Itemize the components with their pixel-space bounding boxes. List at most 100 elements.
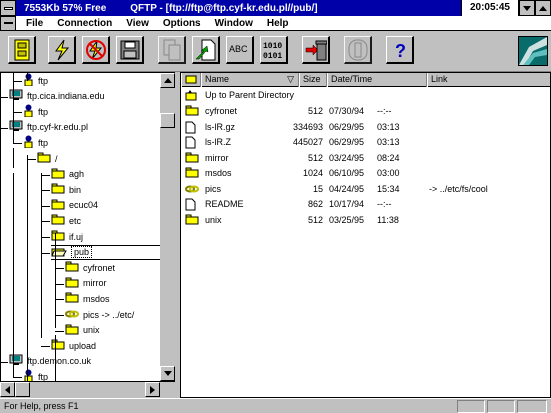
maximize-button[interactable] bbox=[535, 0, 551, 16]
tree-scroll-down-button[interactable] bbox=[160, 366, 175, 381]
chain-link-icon bbox=[185, 183, 199, 197]
open-folder-icon bbox=[51, 246, 67, 259]
tree-item[interactable]: msdos bbox=[65, 291, 110, 306]
save-button[interactable] bbox=[116, 36, 144, 64]
clock: 20:05:45 bbox=[460, 0, 519, 16]
parent-directory-row[interactable]: Up to Parent Directory bbox=[181, 88, 550, 103]
file-list[interactable]: Name ▽ Size Date/Time Link Up to Parent … bbox=[180, 72, 551, 398]
tree-item[interactable]: etc bbox=[51, 213, 81, 228]
file-row[interactable]: msdos 1024 06/10/95 03:00 bbox=[181, 166, 550, 181]
tree-item[interactable]: pics -> ../etc/ bbox=[65, 307, 134, 322]
tree-item[interactable]: ftp.cica.indiana.edu bbox=[9, 89, 105, 104]
tree-item[interactable]: mirror bbox=[65, 276, 107, 291]
minimize-button[interactable] bbox=[519, 0, 535, 16]
tree-item-label: ftp bbox=[38, 75, 49, 86]
file-row[interactable]: ls-lR.Z 445027 06/29/95 03:13 bbox=[181, 135, 550, 150]
document-system-menu-button[interactable] bbox=[0, 15, 16, 31]
system-menu-button[interactable] bbox=[0, 0, 16, 16]
scroll-right-icon bbox=[150, 385, 155, 394]
folder-icon bbox=[65, 277, 79, 290]
file-row[interactable]: ls-lR.gz 334693 06/29/95 03:13 bbox=[181, 120, 550, 135]
file-name: unix bbox=[205, 214, 222, 225]
quick-connect-button[interactable] bbox=[48, 36, 76, 64]
column-header-datetime[interactable]: Date/Time bbox=[327, 73, 427, 87]
transfer-button[interactable] bbox=[192, 36, 220, 64]
file-link: -> ../etc/fs/cool bbox=[429, 183, 488, 194]
tree-item[interactable]: ecuc04 bbox=[51, 198, 98, 213]
tree-item[interactable]: bin bbox=[51, 182, 81, 197]
list-header: Name ▽ Size Date/Time Link bbox=[181, 73, 550, 87]
scroll-left-icon bbox=[5, 385, 10, 394]
column-header-size[interactable]: Size bbox=[299, 73, 327, 87]
stop-button[interactable] bbox=[344, 36, 372, 64]
tree-connector bbox=[13, 148, 14, 168]
help-button[interactable]: ? bbox=[386, 36, 414, 64]
file-size: 1024 bbox=[302, 168, 323, 178]
tree-connector bbox=[13, 358, 14, 378]
delete-button[interactable] bbox=[302, 36, 330, 64]
file-date: 10/17/94 bbox=[329, 199, 365, 209]
connect-cabinet-button[interactable] bbox=[8, 36, 36, 64]
folder-icon bbox=[185, 167, 199, 180]
tree-horizontal-scrollbar[interactable] bbox=[0, 382, 175, 397]
computer-icon bbox=[9, 120, 23, 134]
tree-item[interactable]: / bbox=[37, 151, 58, 166]
tree-item[interactable]: ftp bbox=[23, 104, 48, 119]
file-row[interactable]: unix 512 03/25/95 11:38 bbox=[181, 213, 550, 228]
column-header-name[interactable]: Name ▽ bbox=[201, 73, 299, 87]
menu-window[interactable]: Window bbox=[215, 18, 253, 29]
netscape-logo bbox=[518, 36, 548, 66]
rename-button[interactable]: ABC bbox=[226, 36, 254, 64]
help-label: ? bbox=[395, 41, 406, 61]
file-row[interactable]: cyfronet 512 07/30/94 --:-- bbox=[181, 104, 550, 119]
folder-icon bbox=[51, 214, 65, 227]
tree-item-label: ftp bbox=[38, 371, 49, 382]
tree-connector bbox=[13, 377, 22, 379]
scroll-down-icon bbox=[163, 371, 172, 376]
folder-icon bbox=[65, 261, 79, 274]
folder-icon bbox=[37, 152, 51, 165]
user-icon bbox=[23, 369, 34, 381]
tree-item[interactable]: agh bbox=[51, 167, 84, 182]
tree-connector bbox=[1, 361, 8, 363]
file-name: msdos bbox=[205, 168, 232, 178]
directory-tree[interactable]: ftp ftp.cica.indiana.edu ftp ftp.cyf-kr.edu… bbox=[0, 72, 175, 382]
file-row[interactable]: README 862 10/17/94 --:-- bbox=[181, 197, 550, 212]
tree-item-label: bin bbox=[69, 184, 82, 195]
tree-item-label: agh bbox=[69, 169, 85, 180]
tree-item-label: ftp bbox=[38, 137, 49, 148]
file-size: 445027 bbox=[292, 137, 323, 147]
menu-connection[interactable]: Connection bbox=[57, 18, 112, 29]
tree-item[interactable]: cyfronet bbox=[65, 260, 115, 275]
menu-view[interactable]: View bbox=[126, 18, 149, 29]
disconnect-button[interactable] bbox=[82, 36, 110, 64]
tree-scroll-left-button[interactable] bbox=[0, 382, 15, 397]
tree-item[interactable]: unix bbox=[65, 323, 100, 338]
tree-connector bbox=[13, 81, 22, 82]
tree-scroll-right-button[interactable] bbox=[145, 382, 160, 397]
tree-scroll-thumb[interactable] bbox=[160, 113, 175, 128]
file-row[interactable]: pics 15 04/24/95 15:34 -> ../etc/fs/cool bbox=[181, 182, 550, 197]
binary-mode-button[interactable]: 1010 0101 bbox=[260, 36, 288, 64]
menu-file[interactable]: File bbox=[26, 18, 43, 29]
column-header-link[interactable]: Link bbox=[427, 73, 550, 87]
folder-icon bbox=[185, 214, 199, 227]
tree-item[interactable]: upload bbox=[51, 338, 96, 353]
tree-item[interactable]: ftp.cyf-kr.edu.pl bbox=[9, 120, 88, 135]
file-time: 03:13 bbox=[377, 137, 400, 147]
computer-icon bbox=[9, 89, 23, 103]
menu-options[interactable]: Options bbox=[163, 18, 201, 29]
folder-icon bbox=[185, 152, 199, 165]
tree-item[interactable]: ftp bbox=[23, 135, 48, 150]
tree-hscroll-thumb[interactable] bbox=[15, 382, 30, 397]
tree-item[interactable]: ftp.demon.co.uk bbox=[9, 354, 91, 369]
file-row[interactable]: mirror 512 03/24/95 08:24 bbox=[181, 151, 550, 166]
tree-vertical-scrollbar[interactable] bbox=[160, 73, 175, 381]
tree-connector bbox=[41, 252, 50, 254]
copy-button[interactable] bbox=[158, 36, 186, 64]
abc-rename-icon: ABC bbox=[229, 44, 248, 54]
file-date: 06/29/95 bbox=[329, 137, 365, 147]
tree-scroll-up-button[interactable] bbox=[160, 73, 175, 88]
menu-help[interactable]: Help bbox=[267, 18, 289, 29]
tree-item[interactable]: pub bbox=[51, 244, 161, 260]
